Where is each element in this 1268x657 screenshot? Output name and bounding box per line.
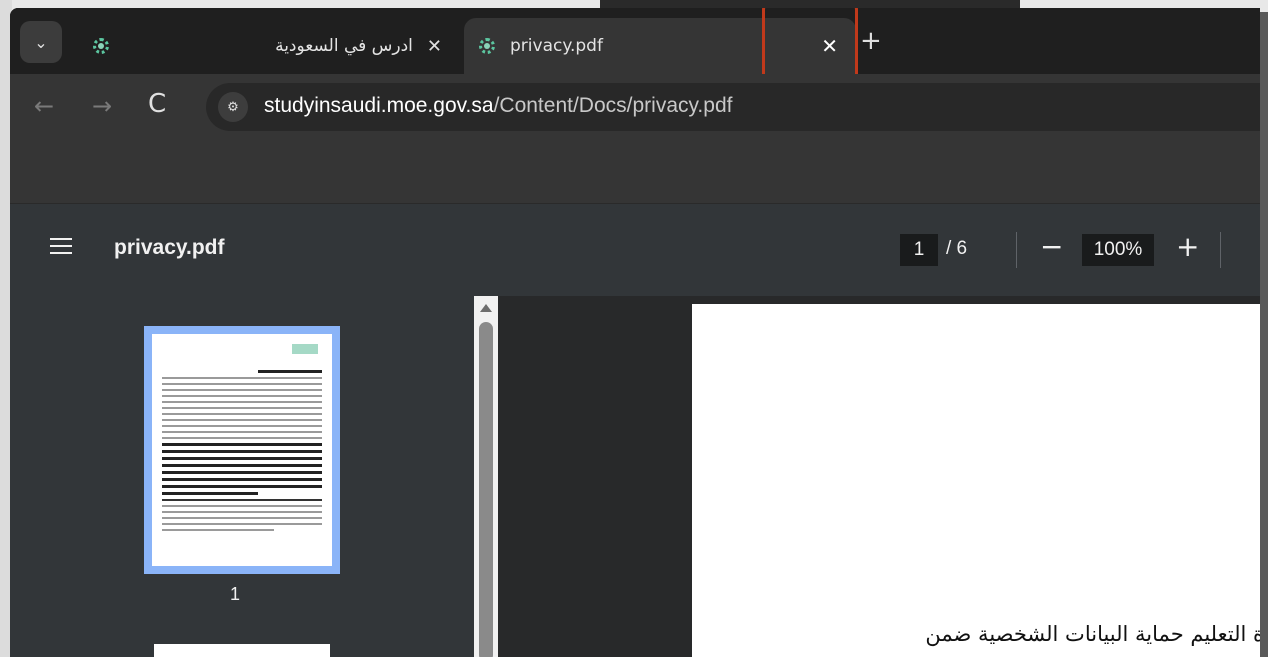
tab-strip: ⌄ ادرس في السعودية ✕ privacy.pdf ✕ +: [10, 8, 1260, 88]
zoom-input[interactable]: 100%: [1082, 234, 1154, 266]
bookmark-bar: [10, 140, 1260, 204]
tab-study-in-saudi[interactable]: ادرس في السعودية ✕: [80, 18, 460, 74]
thumbnail-sidebar: 1: [10, 296, 474, 657]
tab-title: privacy.pdf: [510, 36, 603, 56]
url-domain: studyinsaudi.moe.gov.sa: [264, 94, 494, 117]
reload-button[interactable]: C: [148, 89, 166, 119]
site-info-icon[interactable]: ⚙: [218, 92, 248, 122]
pdf-title: privacy.pdf: [114, 236, 225, 259]
new-tab-button[interactable]: +: [860, 26, 882, 56]
zoom-in-button[interactable]: +: [1176, 230, 1199, 263]
pdf-toolbar: privacy.pdf 1 / 6 − 100% +: [10, 204, 1260, 296]
pdf-page: ة التعليم حماية البيانات الشخصية ضمن: [692, 304, 1260, 657]
thumbnail-text: [162, 370, 322, 535]
sidebar-scrollbar[interactable]: [474, 296, 498, 657]
zoom-out-button[interactable]: −: [1040, 230, 1063, 263]
close-icon[interactable]: ✕: [427, 36, 442, 57]
pdf-page-text: ة التعليم حماية البيانات الشخصية ضمن: [925, 622, 1260, 646]
pdf-viewer-area: ة التعليم حماية البيانات الشخصية ضمن: [498, 296, 1260, 657]
browser-toolbar: ← → C ⚙ studyinsaudi.moe.gov.sa/Content/…: [10, 74, 1260, 140]
chevron-down-icon: ⌄: [34, 32, 48, 52]
page-thumbnail-1[interactable]: [144, 326, 340, 574]
page-number-input[interactable]: 1: [900, 234, 938, 266]
tab-search-button[interactable]: ⌄: [20, 21, 62, 63]
thumbnail-page: [152, 334, 332, 566]
scroll-up-icon[interactable]: [480, 304, 492, 312]
menu-icon[interactable]: [50, 238, 72, 256]
page-count: / 6: [946, 238, 968, 259]
address-bar[interactable]: ⚙ studyinsaudi.moe.gov.sa/Content/Docs/p…: [206, 83, 1260, 131]
page-thumbnail-2[interactable]: [154, 644, 330, 657]
tab-title: ادرس في السعودية: [275, 36, 413, 56]
browser-window: ⌄ ادرس في السعودية ✕ privacy.pdf ✕ + ← →…: [10, 8, 1260, 657]
site-favicon-icon: [90, 35, 112, 57]
url-text[interactable]: studyinsaudi.moe.gov.sa/Content/Docs/pri…: [264, 94, 732, 118]
divider: [1220, 232, 1221, 268]
site-favicon-icon: [476, 35, 498, 57]
logo: [292, 344, 318, 354]
scroll-thumb[interactable]: [479, 322, 493, 657]
forward-button[interactable]: →: [92, 92, 112, 120]
back-button[interactable]: ←: [34, 92, 54, 120]
url-path: /Content/Docs/privacy.pdf: [493, 94, 733, 117]
thumbnail-label: 1: [230, 584, 241, 604]
divider: [1016, 232, 1017, 268]
